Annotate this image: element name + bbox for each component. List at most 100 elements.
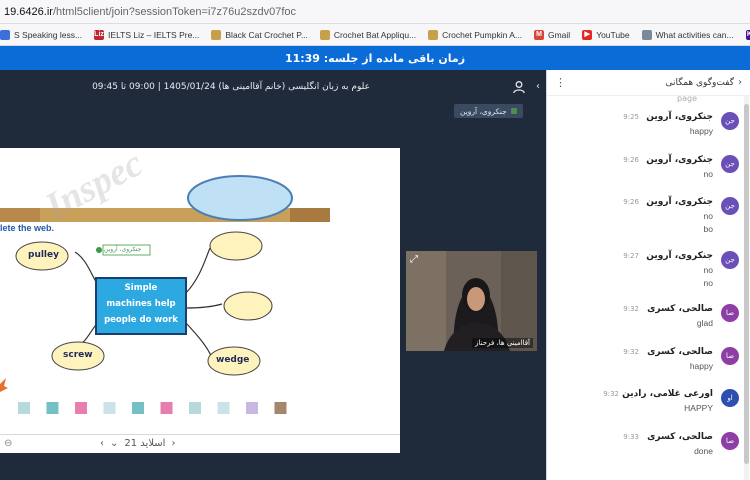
webcam-image [406, 251, 537, 351]
chat-timestamp: 9:32 [623, 305, 639, 313]
chat-timestamp: 9:26 [623, 156, 639, 164]
chat-timestamp: 9:32 [603, 390, 619, 398]
bookmark-item[interactable]: S Speaking less... [0, 29, 83, 40]
bubble-screw: screw [63, 350, 93, 360]
bookmark-label: Crochet Pumpkin A... [442, 29, 522, 40]
bookmark-favicon-icon: Liz [94, 29, 105, 40]
chat-message-text: no [703, 211, 713, 221]
chat-message-text: done [694, 446, 713, 456]
bookmark-favicon-icon [0, 29, 10, 40]
bookmark-item[interactable]: Crochet Pumpkin A... [428, 29, 522, 40]
chevron-right-icon[interactable]: › [738, 77, 742, 88]
bookmark-item[interactable]: K!Reports - Kah [745, 29, 750, 40]
avatar: صا [721, 432, 739, 450]
zoom-out-icon[interactable]: ⊖ [4, 438, 12, 449]
color-swatch [274, 402, 287, 414]
next-slide-button[interactable]: ‹ [171, 438, 175, 449]
expand-icon[interactable]: ⤢ [410, 254, 418, 265]
bookmark-item[interactable]: Black Cat Crochet P... [211, 29, 308, 40]
color-swatch [75, 402, 87, 414]
chat-message-text: happy [689, 361, 713, 371]
prev-slide-button[interactable]: › [100, 438, 104, 449]
chat-sender-name: صالحی، کسری [647, 347, 713, 357]
chat-timestamp: 9:25 [623, 113, 639, 121]
slide-toolbar: ⊖ ‹ اسلاید 21 ⌄ › [0, 434, 400, 453]
center-box-line-2: machines help [106, 299, 176, 309]
bookmark-item[interactable]: Crochet Bat Appliqu... [319, 29, 417, 40]
bookmark-favicon-icon: K! [745, 29, 750, 40]
browser-address-bar[interactable]: 19.6426.ir/html5client/join?sessionToken… [0, 0, 750, 24]
chat-sender-name: جنکروی، آروین [646, 155, 713, 165]
chat-message-text: happy [689, 126, 713, 136]
bookmark-item[interactable]: ▶ YouTube [582, 29, 630, 40]
chevron-down-icon[interactable]: ⌄ [110, 438, 118, 449]
bookmark-label: Black Cat Crochet P... [225, 29, 308, 40]
color-swatch [217, 402, 230, 414]
bookmark-label: YouTube [596, 29, 630, 40]
chat-timestamp: 9:27 [623, 252, 639, 260]
chat-message-text: no [703, 278, 713, 288]
bookmark-item[interactable]: M Gmail [533, 29, 571, 40]
chevron-left-icon[interactable]: ‹ [536, 81, 540, 92]
avatar: جن [721, 112, 739, 130]
bubble-pulley: pulley [28, 250, 59, 260]
bookmark-item[interactable]: Liz IELTS Liz – IELTS Pre... [94, 29, 200, 40]
presenter-dot-icon [510, 108, 517, 114]
cursor-label: جنکروی، آروین [104, 246, 142, 253]
chat-timestamp: 9:33 [623, 433, 639, 441]
chat-message-text: HAPPY [684, 403, 713, 413]
center-box-line-1: Simple [124, 283, 158, 293]
slide-number-select[interactable]: اسلاید 21 [124, 438, 165, 449]
bubble-wedge: wedge [216, 355, 250, 365]
presenter-name: جنکروی، آروین [460, 106, 507, 116]
color-swatch [246, 402, 258, 414]
bookmark-label: What activities can... [655, 29, 734, 40]
chat-sender-name: جنکروی، آروین [646, 251, 713, 261]
slide-heading: lete the web. [0, 223, 55, 233]
bookmark-favicon-icon [319, 29, 330, 40]
webcam-video-tile[interactable]: ⤢ آقاامینی ها، فرحناز [406, 251, 537, 351]
chat-title: گفت‌وگوی همگانی [665, 77, 734, 88]
chat-timestamp: 9:26 [623, 198, 639, 206]
stage-header: علوم به زبان انگلیسی (خانم آقاامینی ها) … [0, 78, 546, 98]
chat-timestamp: 9:32 [623, 348, 639, 356]
bookmark-item[interactable]: What activities can... [641, 29, 734, 40]
url-text[interactable]: 19.6426.ir/html5client/join?sessionToken… [4, 6, 296, 18]
top-cloud-shape [187, 175, 293, 221]
bookmark-label: Gmail [547, 29, 571, 40]
more-options-icon[interactable]: ⋮ [555, 76, 566, 89]
chat-message-list[interactable]: page جن جنکروی، آروین 9:25 happy جن جنکروی، آ… [547, 96, 743, 480]
color-swatch [132, 402, 144, 414]
center-box-line-3: people do work [104, 315, 178, 325]
bookmarks-bar: S Speaking less... Liz IELTS Liz – IELTS P… [0, 24, 750, 46]
webcam-user-name: آقاامینی ها، فرحناز [472, 338, 533, 348]
user-icon[interactable] [512, 80, 528, 96]
chat-message-text: no [703, 169, 713, 179]
color-swatch [189, 402, 201, 414]
public-chat-panel: ⋮ گفت‌وگوی همگانی › page جن جنکروی، آروین… [546, 70, 750, 480]
bookmark-favicon-icon [211, 29, 222, 40]
avatar: صا [721, 347, 739, 365]
avatar: جن [721, 251, 739, 269]
color-swatch [103, 402, 116, 414]
presentation-stage: علوم به زبان انگلیسی (خانم آقاامینی ها) … [0, 70, 546, 480]
chat-scrollbar[interactable] [744, 96, 749, 480]
chat-message-text: no [703, 265, 713, 275]
bookmark-favicon-icon [428, 29, 439, 40]
bookmark-label: Crochet Bat Appliqu... [333, 29, 417, 40]
avatar: جن [721, 197, 739, 215]
color-swatch [160, 402, 173, 414]
avatar: صا [721, 304, 739, 322]
slide-navigation: ‹ اسلاید 21 ⌄ › [100, 438, 175, 449]
presenter-badge: جنکروی، آروین [454, 104, 523, 118]
chat-scrollbar-thumb[interactable] [744, 104, 749, 464]
chat-sender-name: صالحی، کسری [647, 432, 713, 442]
bookmark-label: IELTS Liz – IELTS Pre... [108, 29, 200, 40]
color-swatch [18, 402, 30, 414]
chat-sender-name: اورعی غلامی، رادین [622, 389, 713, 399]
color-swatch [46, 402, 59, 414]
bookmark-label: S Speaking less... [14, 29, 83, 40]
bookmark-favicon-icon: ▶ [582, 29, 593, 40]
presentation-slide[interactable]: Inspec lete the web. pulley screw wedge … [0, 148, 400, 453]
chat-sender-name: جنکروی، آروین [646, 112, 713, 122]
